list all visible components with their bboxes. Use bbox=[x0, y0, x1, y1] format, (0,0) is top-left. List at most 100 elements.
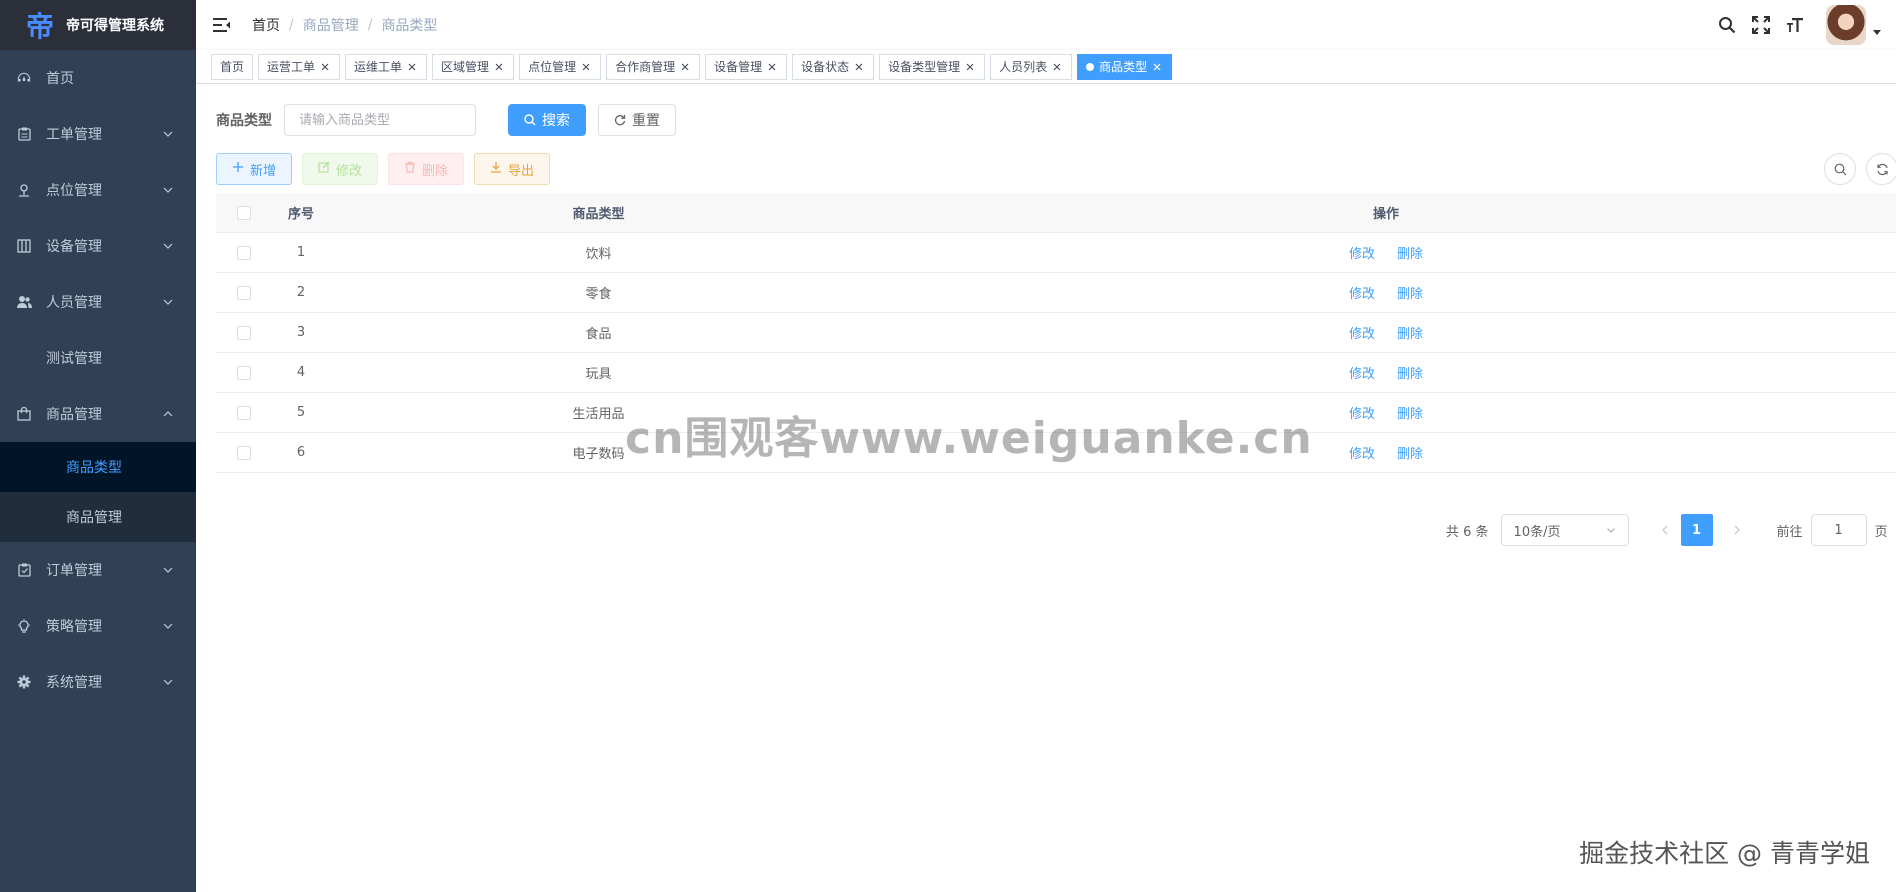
close-icon[interactable] bbox=[493, 61, 505, 73]
sidebar-item-devices[interactable]: 设备管理 bbox=[0, 218, 196, 274]
row-checkbox[interactable] bbox=[236, 405, 251, 420]
plus-icon bbox=[232, 161, 244, 177]
page-size-select[interactable]: 10条/页 bbox=[1500, 514, 1629, 546]
breadcrumb-item-current: 商品类型 bbox=[381, 18, 438, 34]
close-icon[interactable] bbox=[964, 61, 976, 73]
header-ops: 操作 bbox=[1372, 207, 1399, 222]
breadcrumb-item-home[interactable]: 首页 bbox=[252, 15, 280, 35]
row-checkbox[interactable] bbox=[236, 245, 251, 260]
search-label: 商品类型 bbox=[216, 113, 272, 129]
row-delete-link[interactable]: 删除 bbox=[1397, 323, 1423, 342]
tag-goods-type[interactable]: 商品类型 bbox=[1077, 53, 1173, 80]
avatar[interactable] bbox=[1826, 5, 1866, 45]
tag-maint-workorder[interactable]: 运维工单 bbox=[345, 53, 428, 80]
goto-page: 前往 页 bbox=[1777, 514, 1888, 546]
sidebar-item-tests[interactable]: 测试管理 bbox=[0, 330, 196, 386]
table-row: 3 食品 修改 删除 bbox=[216, 313, 1896, 353]
search-icon[interactable] bbox=[1717, 15, 1737, 35]
row-delete-link[interactable]: 删除 bbox=[1397, 283, 1423, 302]
prev-page-button[interactable] bbox=[1649, 514, 1681, 546]
row-type: 零食 bbox=[585, 287, 612, 302]
row-edit-link[interactable]: 修改 bbox=[1349, 243, 1375, 262]
app-title: 帝可得管理系统 bbox=[66, 18, 164, 34]
tag-partner[interactable]: 合作商管理 bbox=[606, 53, 701, 80]
chevron-down-icon bbox=[163, 187, 173, 193]
dashboard-icon bbox=[16, 70, 32, 86]
close-icon[interactable] bbox=[406, 61, 418, 73]
row-index: 2 bbox=[296, 285, 306, 300]
tag-label: 人员列表 bbox=[999, 60, 1048, 74]
fullscreen-icon[interactable] bbox=[1751, 15, 1771, 35]
delete-button[interactable]: 删除 bbox=[388, 153, 465, 185]
close-icon[interactable] bbox=[1051, 61, 1063, 73]
sidebar-item-locations[interactable]: 点位管理 bbox=[0, 162, 196, 218]
tag-device-status[interactable]: 设备状态 bbox=[792, 53, 875, 80]
sidebar: 帝 帝可得管理系统 首页 工单管理 点位管理 设备管理 人员管理 测试管理 商品… bbox=[0, 0, 196, 892]
refresh-button[interactable] bbox=[1866, 153, 1896, 185]
tag-devices[interactable]: 设备管理 bbox=[705, 53, 788, 80]
add-button[interactable]: 新增 bbox=[216, 153, 293, 185]
sidebar-item-home[interactable]: 首页 bbox=[0, 50, 196, 106]
sidebar-item-goods[interactable]: 商品管理 bbox=[0, 386, 196, 442]
row-delete-link[interactable]: 删除 bbox=[1397, 403, 1423, 422]
search-form: 商品类型 搜索 重置 bbox=[216, 104, 1876, 136]
row-edit-link[interactable]: 修改 bbox=[1349, 363, 1375, 382]
row-delete-link[interactable]: 删除 bbox=[1397, 363, 1423, 382]
export-button[interactable]: 导出 bbox=[474, 153, 551, 185]
select-all-checkbox[interactable] bbox=[236, 205, 251, 220]
close-icon[interactable] bbox=[1151, 61, 1163, 73]
main-content: 商品类型 搜索 重置 新增 修改 删除 导出 bbox=[196, 84, 1896, 892]
sidebar-item-strategy[interactable]: 策略管理 bbox=[0, 598, 196, 654]
tag-location[interactable]: 点位管理 bbox=[519, 53, 602, 80]
sidebar-item-people[interactable]: 人员管理 bbox=[0, 274, 196, 330]
goto-page-input[interactable] bbox=[1810, 514, 1867, 546]
font-size-icon[interactable] bbox=[1785, 15, 1805, 35]
sidebar-item-orders[interactable]: 订单管理 bbox=[0, 542, 196, 598]
row-delete-link[interactable]: 删除 bbox=[1397, 243, 1423, 262]
page-number-current[interactable]: 1 bbox=[1680, 514, 1713, 546]
tag-ops-workorder[interactable]: 运营工单 bbox=[258, 53, 341, 80]
next-page-button[interactable] bbox=[1721, 514, 1753, 546]
sidebar-subitem-label: 商品类型 bbox=[66, 460, 122, 476]
row-checkbox[interactable] bbox=[236, 365, 251, 380]
caret-down-icon[interactable] bbox=[1872, 27, 1882, 37]
search-button[interactable]: 搜索 bbox=[508, 104, 586, 136]
row-checkbox[interactable] bbox=[236, 445, 251, 460]
row-edit-link[interactable]: 修改 bbox=[1349, 403, 1375, 422]
tag-device-type[interactable]: 设备类型管理 bbox=[879, 53, 986, 80]
tag-label: 运营工单 bbox=[267, 60, 316, 74]
row-delete-link[interactable]: 删除 bbox=[1397, 443, 1423, 462]
row-checkbox[interactable] bbox=[236, 285, 251, 300]
hamburger-icon[interactable] bbox=[212, 15, 232, 35]
tag-label: 设备管理 bbox=[714, 60, 763, 74]
row-edit-link[interactable]: 修改 bbox=[1349, 283, 1375, 302]
refresh-icon bbox=[1876, 163, 1888, 175]
sidebar-item-system[interactable]: 系统管理 bbox=[0, 654, 196, 710]
tag-region[interactable]: 区域管理 bbox=[432, 53, 515, 80]
sidebar-item-label: 工单管理 bbox=[46, 127, 102, 143]
sidebar-subitem-goods-manage[interactable]: 商品管理 bbox=[0, 492, 196, 542]
trash-icon bbox=[404, 161, 416, 177]
row-type: 饮料 bbox=[585, 247, 612, 262]
sidebar-subitem-goods-type[interactable]: 商品类型 bbox=[0, 442, 196, 492]
edit-button[interactable]: 修改 bbox=[302, 153, 379, 185]
close-icon[interactable] bbox=[766, 61, 778, 73]
navbar: 首页 / 商品管理 / 商品类型 bbox=[196, 0, 1896, 50]
tag-people-list[interactable]: 人员列表 bbox=[990, 53, 1073, 80]
close-icon[interactable] bbox=[580, 61, 592, 73]
goods-type-input[interactable] bbox=[284, 104, 476, 136]
logo[interactable]: 帝 帝可得管理系统 bbox=[0, 0, 196, 50]
table-tools bbox=[1824, 153, 1896, 185]
close-icon[interactable] bbox=[319, 61, 331, 73]
row-edit-link[interactable]: 修改 bbox=[1349, 323, 1375, 342]
row-edit-link[interactable]: 修改 bbox=[1349, 443, 1375, 462]
tag-home[interactable]: 首页 bbox=[211, 53, 254, 80]
reset-button[interactable]: 重置 bbox=[598, 104, 676, 136]
tag-label: 合作商管理 bbox=[615, 60, 676, 74]
row-checkbox[interactable] bbox=[236, 325, 251, 340]
close-icon[interactable] bbox=[679, 61, 691, 73]
row-type: 食品 bbox=[585, 327, 612, 342]
sidebar-item-workorders[interactable]: 工单管理 bbox=[0, 106, 196, 162]
toggle-search-button[interactable] bbox=[1824, 153, 1856, 185]
close-icon[interactable] bbox=[853, 61, 865, 73]
